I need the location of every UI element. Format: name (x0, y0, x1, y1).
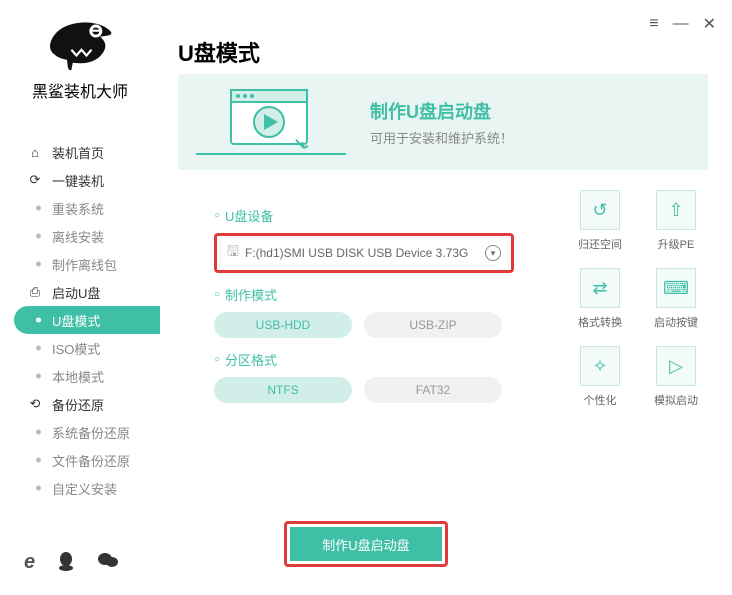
action-label: 归还空间 (578, 236, 622, 252)
format-option[interactable]: NTFS (214, 377, 352, 403)
main-content: U盘模式 制作U盘启动盘 可用于安装和维护系统！ U盘设备 🖫 (178, 36, 708, 408)
device-dropdown[interactable]: 🖫 F:(hd1)SMI USB DISK USB Device 3.73G ▾ (214, 233, 514, 273)
action-归还空间[interactable]: ↺ 归还空间 (568, 190, 632, 252)
action-label: 模拟启动 (654, 392, 698, 408)
nav-icon: ⟲ (26, 396, 44, 412)
nav-item[interactable]: ⟳ 一键装机 (0, 166, 160, 194)
page-title: U盘模式 (178, 36, 708, 68)
nav-subitem[interactable]: U盘模式 (14, 306, 160, 334)
banner-art (196, 82, 346, 162)
section-format-label: 分区格式 (214, 350, 508, 369)
action-label: 格式转换 (578, 314, 622, 330)
nav-subitem[interactable]: 文件备份还原 (0, 446, 160, 474)
section-mode-label: 制作模式 (214, 285, 508, 304)
nav: ⌂ 装机首页 ⟳ 一键装机重装系统离线安装制作离线包 ⎙ 启动U盘 U盘模式ISO模式本地模… (0, 138, 160, 502)
action-升级PE[interactable]: ⇧ 升级PE (644, 190, 708, 252)
action-label: 启动按键 (654, 314, 698, 330)
nav-icon: ⌂ (26, 145, 44, 160)
format-option[interactable]: FAT32 (364, 377, 502, 403)
actions-column: ↺ 归还空间 ⇧ 升级PE ⇄ 格式转换 ⌨ 启动按键 ✧ 个性化 ▷ 模拟启动 (508, 190, 708, 408)
nav-label: 启动U盘 (52, 283, 100, 302)
form-column: U盘设备 🖫 F:(hd1)SMI USB DISK USB Device 3.… (178, 194, 508, 408)
app-name: 黑鲨装机大师 (32, 78, 128, 102)
modes-row: USB-HDD USB-ZIP (214, 312, 508, 338)
action-icon: ▷ (656, 346, 696, 386)
action-icon: ↺ (580, 190, 620, 230)
nav-label: 装机首页 (52, 143, 104, 162)
logo-area: 黑鲨装机大师 (0, 14, 160, 102)
qq-icon[interactable] (57, 551, 75, 577)
nav-subitem[interactable]: 离线安装 (0, 222, 160, 250)
banner-subtitle: 可用于安装和维护系统！ (370, 128, 690, 147)
action-个性化[interactable]: ✧ 个性化 (568, 346, 632, 408)
banner-text: 制作U盘启动盘 可用于安装和维护系统！ (370, 98, 690, 147)
nav-subitem[interactable]: 系统备份还原 (0, 418, 160, 446)
action-label: 升级PE (658, 236, 695, 252)
action-label: 个性化 (584, 392, 617, 408)
nav-item[interactable]: ⟲ 备份还原 (0, 390, 160, 418)
primary-button-highlight: 制作U盘启动盘 (284, 521, 448, 567)
nav-item[interactable]: ⌂ 装机首页 (0, 138, 160, 166)
action-启动按键[interactable]: ⌨ 启动按键 (644, 268, 708, 330)
nav-subitem[interactable]: 重装系统 (0, 194, 160, 222)
create-usb-button[interactable]: 制作U盘启动盘 (290, 527, 442, 561)
nav-subitem[interactable]: 制作离线包 (0, 250, 160, 278)
action-格式转换[interactable]: ⇄ 格式转换 (568, 268, 632, 330)
chevron-down-icon[interactable]: ▾ (485, 245, 501, 261)
nav-icon: ⟳ (26, 172, 44, 188)
wechat-icon[interactable] (97, 551, 119, 577)
nav-label: 备份还原 (52, 395, 104, 414)
ie-icon[interactable]: e (24, 551, 35, 577)
social-icons: e (24, 551, 119, 577)
nav-item[interactable]: ⎙ 启动U盘 (0, 278, 160, 306)
action-icon: ⇧ (656, 190, 696, 230)
close-button[interactable]: ✕ (703, 14, 716, 34)
nav-subitem[interactable]: 自定义安装 (0, 474, 160, 502)
shark-logo-icon (44, 14, 116, 74)
device-value: F:(hd1)SMI USB DISK USB Device 3.73G (245, 246, 468, 260)
action-icon: ⌨ (656, 268, 696, 308)
nav-label: 一键装机 (52, 171, 104, 190)
action-icon: ⇄ (580, 268, 620, 308)
formats-row: NTFS FAT32 (214, 377, 508, 403)
usb-icon: 🖫 (227, 241, 239, 265)
nav-icon: ⎙ (26, 284, 44, 300)
nav-subitem[interactable]: 本地模式 (0, 362, 160, 390)
menu-icon[interactable]: ≡ (649, 15, 658, 33)
nav-subitem[interactable]: ISO模式 (0, 334, 160, 362)
banner-title: 制作U盘启动盘 (370, 98, 690, 124)
action-模拟启动[interactable]: ▷ 模拟启动 (644, 346, 708, 408)
minimize-button[interactable]: — (673, 15, 689, 33)
action-icon: ✧ (580, 346, 620, 386)
section-device-label: U盘设备 (214, 206, 508, 225)
mode-option[interactable]: USB-ZIP (364, 312, 502, 338)
banner: 制作U盘启动盘 可用于安装和维护系统！ (178, 74, 708, 170)
window-controls: ≡ — ✕ (649, 14, 716, 34)
mode-option[interactable]: USB-HDD (214, 312, 352, 338)
sidebar: 黑鲨装机大师 ⌂ 装机首页 ⟳ 一键装机重装系统离线安装制作离线包 ⎙ 启动U盘 U盘模式I… (0, 0, 160, 595)
